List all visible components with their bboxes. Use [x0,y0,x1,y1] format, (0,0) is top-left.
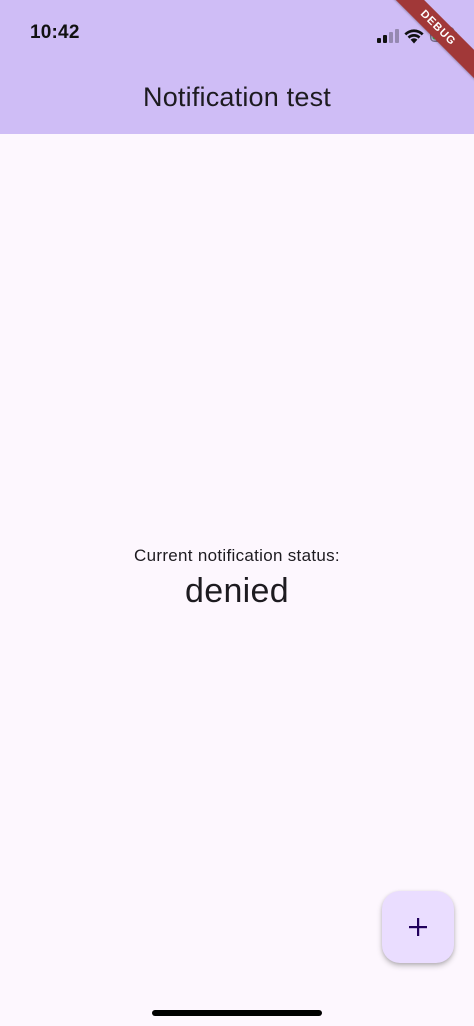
app-screen: 10:42 Notification test DEBUG Current no… [0,0,474,1026]
home-indicator[interactable] [152,1010,322,1016]
signal-icon [377,29,399,43]
notification-status-value: denied [185,572,289,610]
signal-bar-3 [389,32,393,43]
add-icon [409,918,427,936]
signal-bar-4 [395,29,399,43]
wifi-icon [404,29,424,44]
signal-bar-2 [383,35,387,43]
notification-status-block: Current notification status: denied [0,546,474,611]
app-bar: 10:42 Notification test [0,0,474,134]
status-time: 10:42 [30,22,80,43]
notification-status-label: Current notification status: [134,546,340,565]
app-bar-title: Notification test [143,82,331,112]
signal-bar-1 [377,38,381,43]
add-fab-button[interactable] [382,891,454,963]
status-bar: 10:42 [0,0,474,64]
